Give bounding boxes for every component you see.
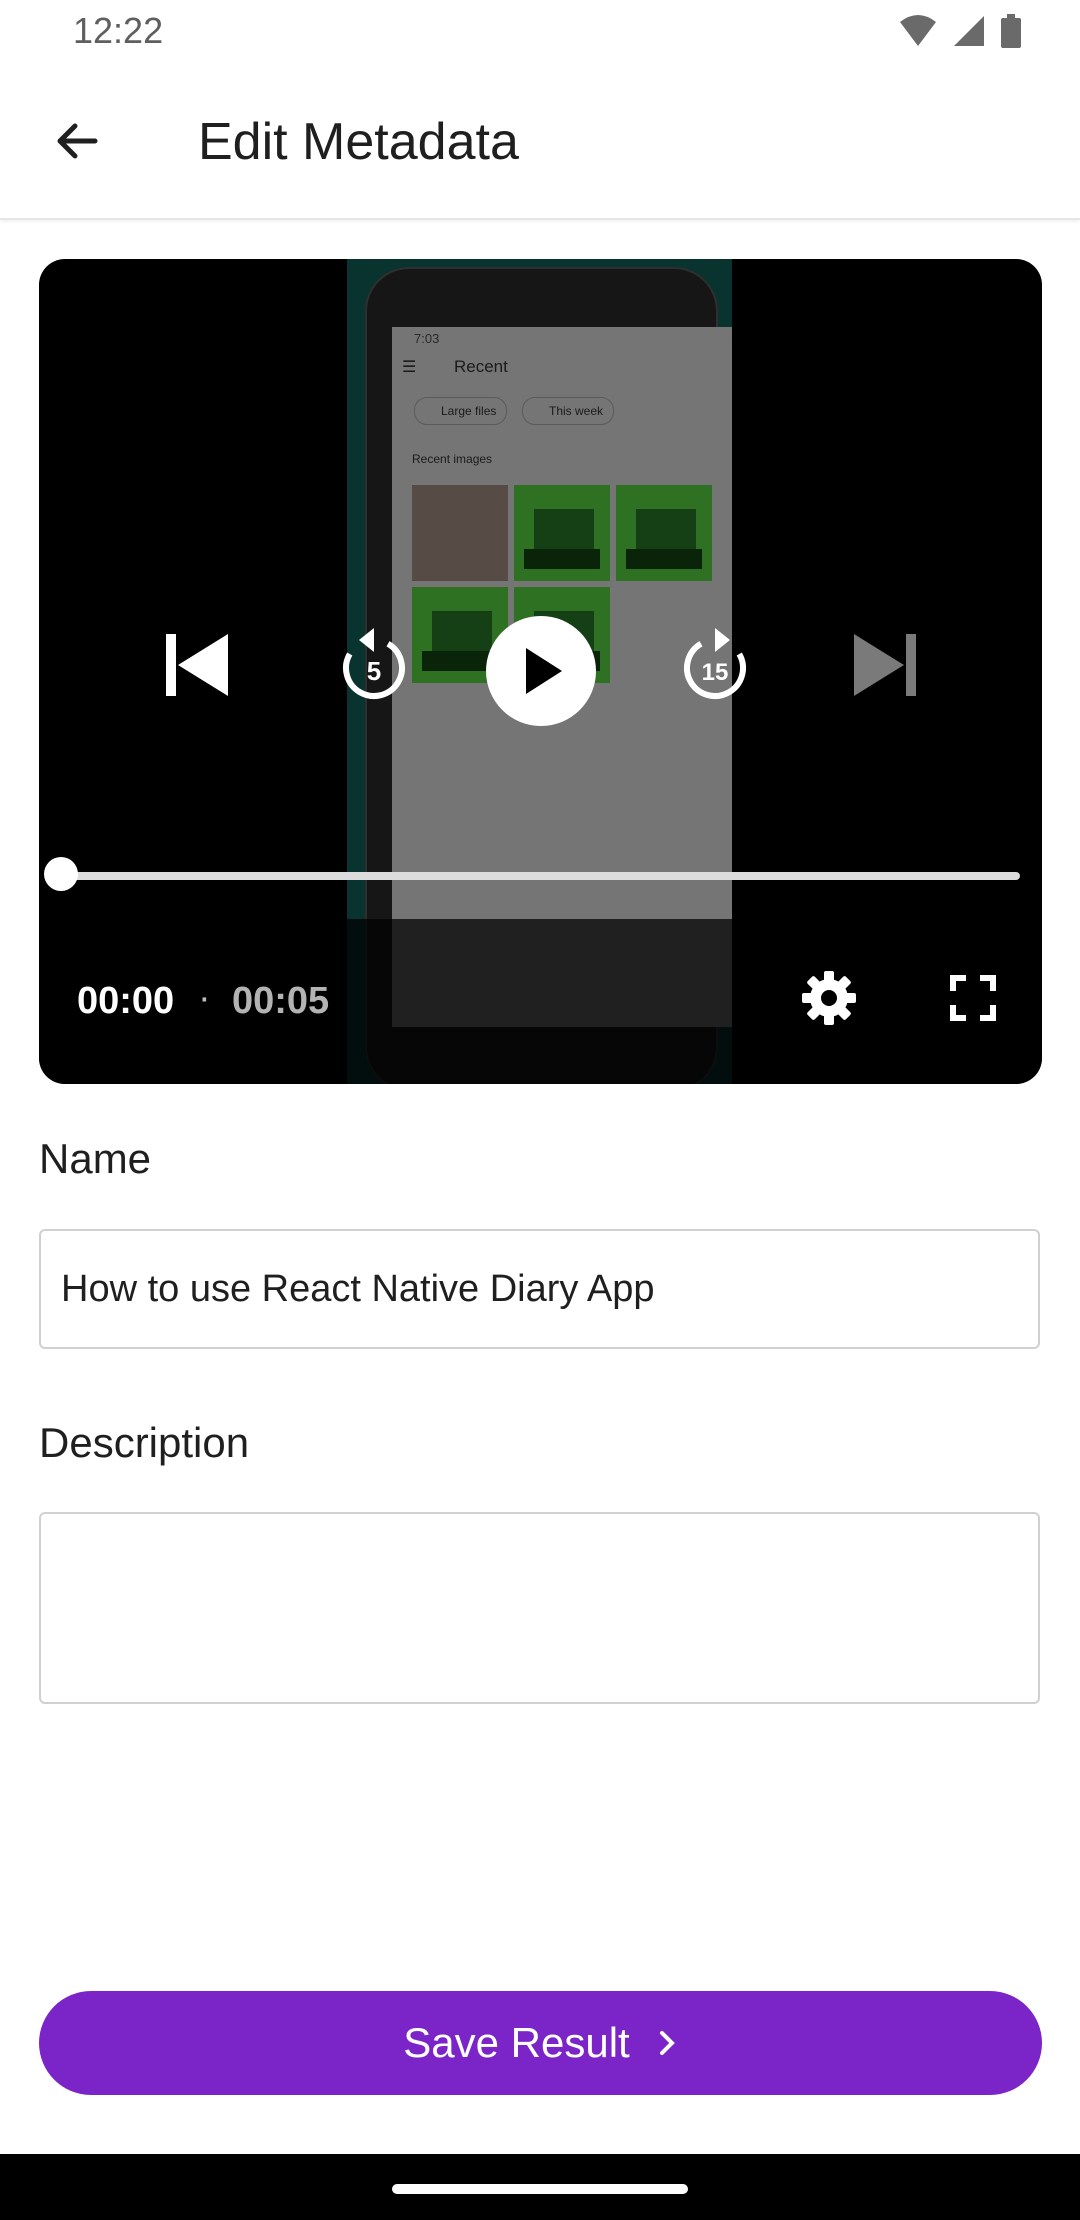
chevron-right-icon — [659, 2031, 675, 2055]
description-input[interactable] — [59, 1532, 1020, 1682]
settings-button[interactable] — [795, 964, 863, 1032]
system-nav-bar — [0, 2154, 1080, 2220]
time-separator: · — [198, 977, 211, 1019]
app-bar: Edit Metadata — [0, 64, 1080, 220]
gear-icon — [802, 971, 856, 1025]
arrow-back-icon — [57, 123, 98, 159]
name-field-container — [39, 1229, 1040, 1349]
fullscreen-button[interactable] — [939, 964, 1007, 1032]
name-input[interactable] — [59, 1266, 1020, 1312]
play-button[interactable] — [486, 616, 596, 726]
skip-previous-icon — [166, 634, 228, 696]
skip-previous-button[interactable] — [157, 625, 237, 705]
player-controls-bar — [39, 919, 1042, 1084]
battery-icon — [1001, 14, 1021, 48]
time-current: 00:00 — [77, 980, 175, 1022]
skip-next-button[interactable] — [845, 625, 925, 705]
video-player[interactable]: 7:03 ☰ Recent Large files This week Rece… — [39, 259, 1042, 1084]
time-total: 00:05 — [232, 980, 330, 1022]
rewind-button[interactable]: 5 — [324, 615, 424, 715]
back-button[interactable] — [40, 104, 114, 178]
description-field-container — [39, 1512, 1040, 1704]
replay-icon: 5 — [343, 628, 405, 699]
status-time: 12:22 — [73, 10, 164, 51]
wifi-icon — [900, 15, 936, 46]
description-label: Description — [39, 1419, 250, 1466]
home-indicator[interactable] — [392, 2184, 688, 2194]
save-result-button[interactable]: Save Result — [39, 1991, 1042, 2095]
status-icons — [898, 14, 1022, 48]
seek-bar[interactable] — [59, 872, 1020, 880]
fullscreen-icon — [950, 975, 996, 1021]
cellular-signal-icon — [954, 16, 984, 46]
forward-icon: 15 — [684, 628, 746, 699]
page-title: Edit Metadata — [198, 113, 519, 171]
seek-thumb[interactable] — [44, 857, 78, 891]
rewind-seconds-label: 5 — [367, 656, 381, 686]
play-icon — [526, 648, 562, 694]
status-bar: 12:22 — [0, 0, 1080, 64]
forward-seconds-label: 15 — [702, 659, 729, 686]
fast-forward-button[interactable]: 15 — [665, 615, 765, 715]
skip-next-icon — [854, 634, 916, 696]
save-result-label: Save Result — [403, 2019, 630, 2066]
name-label: Name — [39, 1135, 152, 1182]
